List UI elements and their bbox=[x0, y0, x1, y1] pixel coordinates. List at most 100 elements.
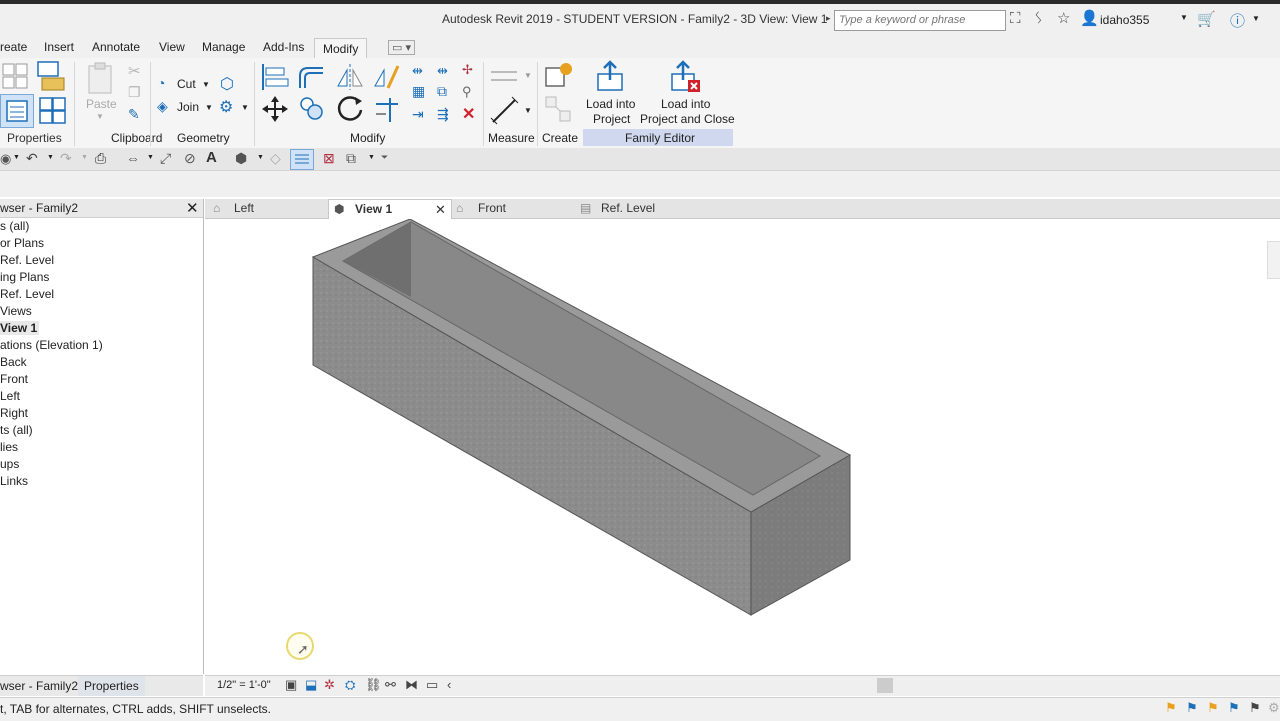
properties-icon[interactable] bbox=[0, 94, 34, 128]
view-tab-left[interactable]: ⌂ Left bbox=[207, 199, 327, 218]
tab-insert[interactable]: Insert bbox=[44, 40, 74, 54]
tab-manage[interactable]: Manage bbox=[202, 40, 245, 54]
trim-single-icon[interactable]: ⇥ bbox=[412, 106, 424, 123]
create-group-icon[interactable] bbox=[543, 94, 575, 126]
view-scale[interactable]: 1/2" = 1'-0" bbox=[217, 679, 271, 691]
tree-item[interactable]: ups bbox=[0, 457, 19, 471]
print-icon[interactable]: ⎙ bbox=[95, 150, 106, 167]
tree-item[interactable]: Front bbox=[0, 372, 28, 386]
tab-view[interactable]: View bbox=[159, 40, 185, 54]
user-dropdown-icon[interactable]: ▼ bbox=[1180, 13, 1188, 22]
family-types-icon[interactable] bbox=[0, 61, 30, 91]
select-links-icon[interactable]: ⚑ bbox=[1165, 700, 1177, 716]
tree-item[interactable]: Links bbox=[0, 474, 28, 488]
load-and-close-label-2[interactable]: Project and Close bbox=[640, 112, 735, 126]
measure-between-references-icon[interactable] bbox=[489, 66, 519, 86]
undo-icon[interactable]: ↶ bbox=[26, 150, 38, 167]
load-and-close-label-1[interactable]: Load into bbox=[661, 97, 710, 111]
tab-add-ins[interactable]: Add-Ins bbox=[263, 40, 304, 54]
cut-dropdown-icon[interactable]: ▼ bbox=[202, 80, 210, 89]
wall-joins-icon[interactable]: ⬡ bbox=[220, 74, 234, 94]
reveal-hidden-icon[interactable]: ⧓ bbox=[405, 677, 418, 693]
load-into-project-label-2[interactable]: Project bbox=[593, 112, 630, 126]
subscription-icon[interactable]: ᛊ bbox=[1034, 10, 1043, 27]
tree-item[interactable]: ing Plans bbox=[0, 270, 49, 284]
measure-qat-dropdown-icon[interactable]: ▼ bbox=[147, 154, 154, 161]
tree-item[interactable]: Ref. Level bbox=[0, 287, 54, 301]
scale-icon[interactable]: ⧉ bbox=[437, 83, 447, 100]
ribbon-minimize-icon[interactable]: ▭ ▾ bbox=[388, 40, 415, 55]
sun-path-icon[interactable]: ✲ bbox=[324, 677, 335, 693]
drawing-canvas[interactable]: ➚ bbox=[205, 218, 1280, 674]
close-icon[interactable]: ✕ bbox=[186, 199, 199, 217]
scroll-left-icon[interactable]: ‹ bbox=[447, 677, 451, 692]
select-underlay-icon[interactable]: ⚑ bbox=[1186, 700, 1198, 716]
join-label[interactable]: Join bbox=[177, 100, 199, 114]
tag-qat-icon[interactable]: ⊘ bbox=[184, 150, 196, 167]
paste-icon[interactable] bbox=[84, 60, 116, 96]
split-with-gap-icon[interactable]: ⇹ bbox=[437, 63, 448, 79]
tree-item[interactable]: s (all) bbox=[0, 219, 29, 233]
temporary-hide-icon[interactable]: ⚯ bbox=[385, 677, 396, 693]
switch-windows-icon[interactable]: ⧉ bbox=[346, 150, 356, 167]
help-dropdown-icon[interactable]: ▼ bbox=[1252, 14, 1260, 23]
load-into-project-label-1[interactable]: Load into bbox=[586, 97, 635, 111]
tree-item[interactable]: Back bbox=[0, 355, 27, 369]
pin-icon[interactable]: ⚲ bbox=[462, 84, 472, 100]
tree-item[interactable]: Views bbox=[0, 304, 32, 318]
customize-qat-icon[interactable]: ⏷ bbox=[381, 152, 388, 163]
help-icon[interactable]: ⓘ bbox=[1230, 10, 1245, 31]
tree-item[interactable]: Right bbox=[0, 406, 28, 420]
redo-icon[interactable]: ↷ bbox=[60, 150, 72, 167]
view-tab-ref-level[interactable]: ▤ Ref. Level bbox=[575, 199, 705, 218]
visual-style-icon[interactable]: ⬓ bbox=[305, 677, 317, 693]
tree-item-active-view[interactable]: View 1 bbox=[0, 321, 40, 335]
switch-windows-dropdown-icon[interactable]: ▼ bbox=[368, 154, 375, 161]
dimension-dropdown-icon[interactable]: ▼ bbox=[524, 106, 532, 115]
worksharing-icon[interactable]: ▭ bbox=[426, 677, 438, 693]
horizontal-scrollbar-thumb[interactable] bbox=[877, 678, 893, 693]
3d-view-dropdown-icon[interactable]: ▼ bbox=[257, 154, 264, 161]
aligned-dimension-icon[interactable] bbox=[489, 94, 521, 126]
close-tab-icon[interactable]: ✕ bbox=[435, 200, 446, 219]
type-properties-icon[interactable] bbox=[36, 94, 68, 126]
undo-dropdown-icon[interactable]: ▼ bbox=[47, 154, 54, 161]
unpin-icon[interactable]: ✢ bbox=[462, 62, 473, 78]
tree-item[interactable]: Ref. Level bbox=[0, 253, 54, 267]
redo-dropdown-icon[interactable]: ▼ bbox=[81, 154, 88, 161]
default-3d-view-icon[interactable]: ⬢ bbox=[235, 150, 247, 167]
tab-annotate[interactable]: Annotate bbox=[92, 40, 140, 54]
load-into-project-icon[interactable] bbox=[594, 60, 626, 94]
qat-open-icon[interactable]: ◉ bbox=[0, 151, 11, 167]
user-icon[interactable]: 👤 bbox=[1080, 9, 1099, 27]
join-geometry-icon[interactable]: ◈ bbox=[157, 98, 168, 115]
thin-lines-icon[interactable] bbox=[290, 149, 314, 170]
measure-qat-icon[interactable]: ⇔ bbox=[126, 150, 140, 166]
detail-level-icon[interactable]: ▣ bbox=[285, 677, 297, 693]
copy-element-icon[interactable] bbox=[297, 94, 327, 124]
binoculars-icon[interactable]: ⛶ bbox=[1010, 10, 1021, 27]
view-tab-front[interactable]: ⌂ Front bbox=[452, 199, 572, 218]
join-dropdown-icon[interactable]: ▼ bbox=[205, 103, 213, 112]
copy-icon[interactable]: ❐ bbox=[128, 84, 141, 101]
viewcube-icon[interactable] bbox=[1267, 241, 1280, 279]
search-field[interactable] bbox=[834, 10, 1007, 31]
match-type-icon[interactable]: ✎ bbox=[128, 106, 140, 123]
cut-label[interactable]: Cut bbox=[177, 77, 196, 91]
delete-icon[interactable]: ✕ bbox=[462, 104, 475, 124]
trim-multiple-icon[interactable]: ⇶ bbox=[437, 106, 449, 123]
qat-open-dropdown-icon[interactable]: ▼ bbox=[13, 154, 20, 161]
split-dropdown-icon[interactable]: ▼ bbox=[241, 103, 249, 112]
mirror-draw-axis-icon[interactable] bbox=[372, 62, 402, 92]
tab-modify[interactable]: Modify bbox=[314, 38, 368, 60]
section-icon[interactable]: ◇ bbox=[270, 150, 281, 167]
rotate-icon[interactable] bbox=[335, 94, 365, 124]
tree-item[interactable]: ts (all) bbox=[0, 423, 33, 437]
tree-item[interactable]: ations (Elevation 1) bbox=[0, 338, 103, 352]
username[interactable]: idaho355 bbox=[1100, 13, 1149, 27]
cut-scissors-icon[interactable]: ✂ bbox=[128, 62, 141, 80]
align-icon[interactable] bbox=[260, 62, 290, 92]
aligned-dimension-qat-icon[interactable]: ⤢ bbox=[160, 150, 171, 167]
tab-properties[interactable]: Properties bbox=[78, 676, 145, 696]
drag-elements-icon[interactable]: ⚑ bbox=[1249, 700, 1261, 716]
